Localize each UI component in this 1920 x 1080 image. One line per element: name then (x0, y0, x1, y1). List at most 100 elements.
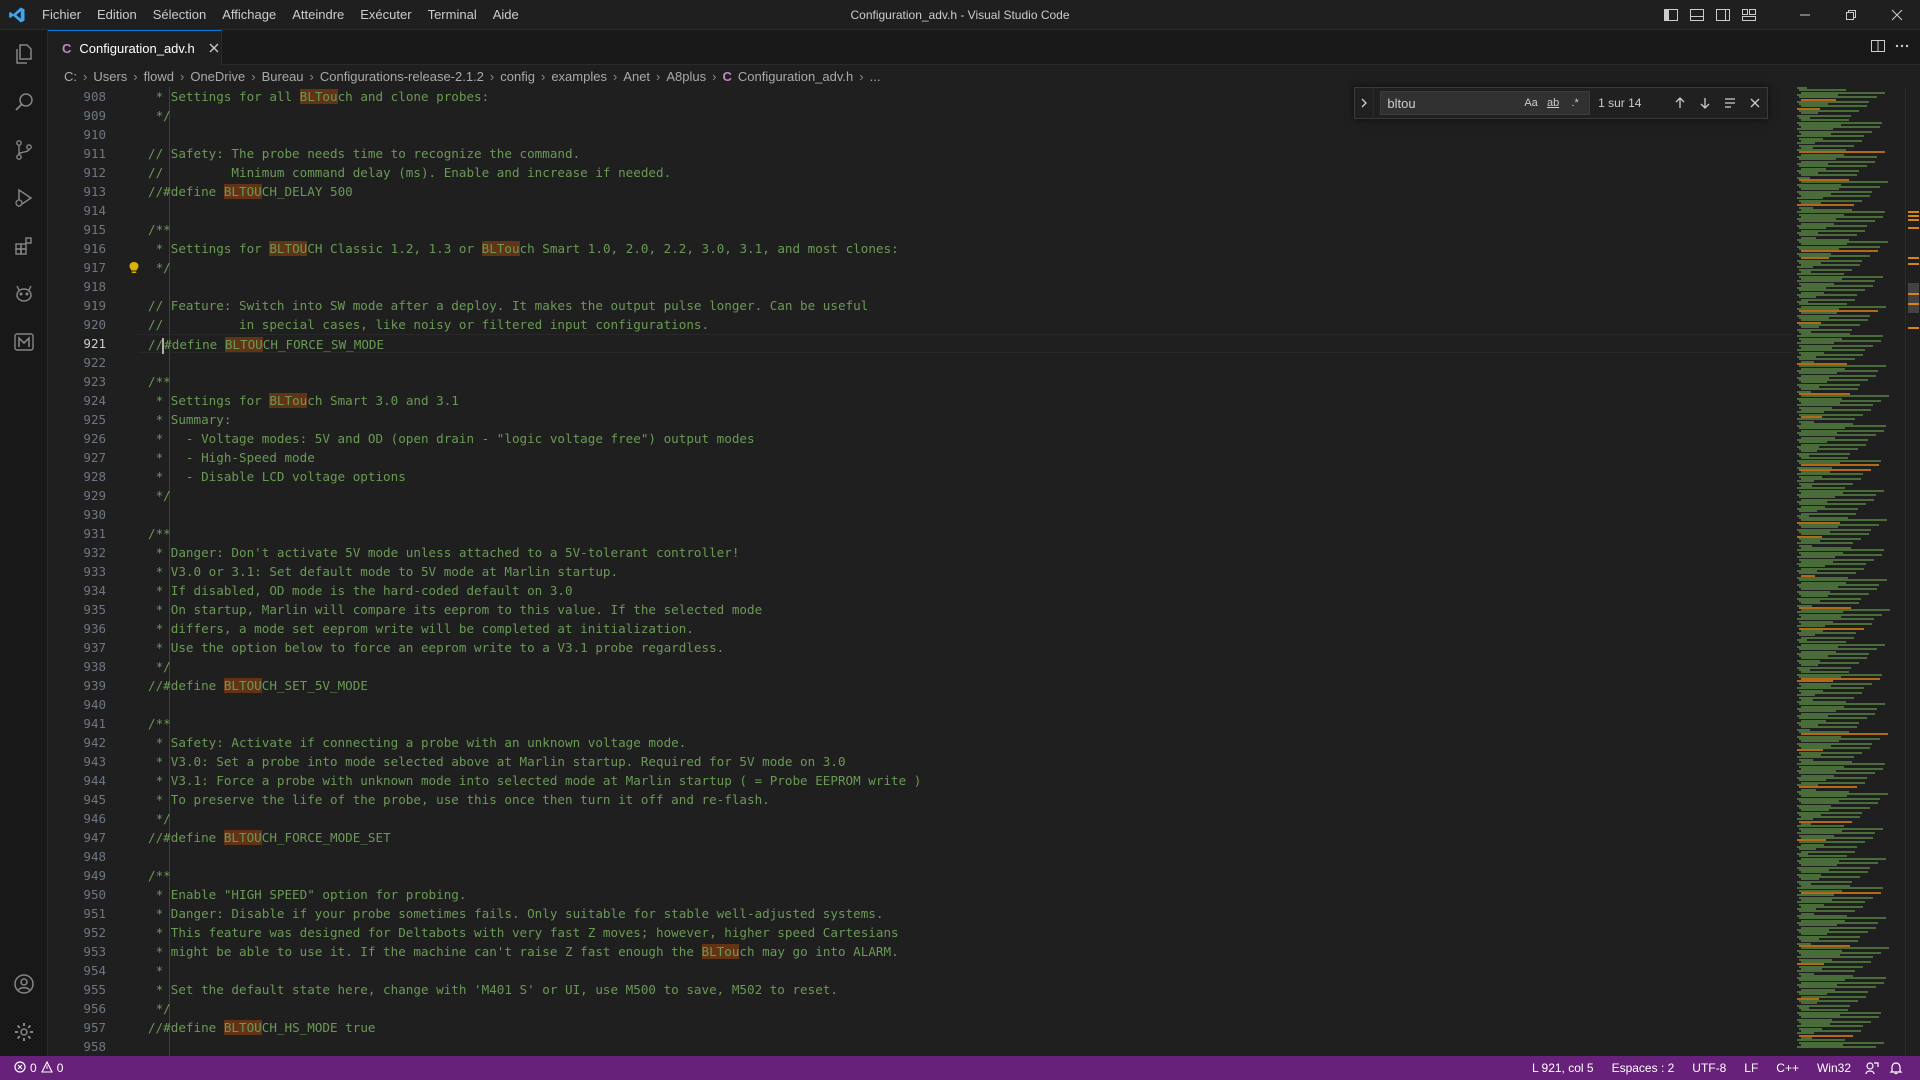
code-line[interactable]: * Set the default state here, change wit… (138, 980, 1838, 999)
code-line[interactable]: * V3.0 or 3.1: Set default mode to 5V mo… (138, 562, 1838, 581)
code-line[interactable]: * Summary: (138, 410, 1838, 429)
close-window-icon[interactable] (1874, 0, 1920, 30)
menu-item-0[interactable]: Fichier (34, 0, 89, 30)
breadcrumb-file[interactable]: Configuration_adv.h (738, 69, 853, 84)
code-line[interactable] (138, 277, 1838, 296)
code-line[interactable]: * This feature was designed for Deltabot… (138, 923, 1838, 942)
source-control-icon[interactable] (0, 126, 48, 174)
accounts-icon[interactable] (0, 960, 48, 1008)
find-input[interactable]: bltou Aa ab .* (1380, 91, 1591, 115)
code-line[interactable]: // Safety: The probe needs time to recog… (138, 144, 1838, 163)
code-line[interactable] (138, 353, 1838, 372)
breadcrumb-item[interactable]: Anet (623, 69, 650, 84)
settings-gear-icon[interactable] (0, 1008, 48, 1056)
code-line[interactable] (138, 505, 1838, 524)
code-line[interactable]: * To preserve the life of the probe, use… (138, 790, 1838, 809)
menu-item-1[interactable]: Edition (89, 0, 145, 30)
code-line[interactable]: /** (138, 524, 1838, 543)
code-line[interactable]: * - Disable LCD voltage options (138, 467, 1838, 486)
menu-item-6[interactable]: Terminal (420, 0, 485, 30)
platformio-alien-icon[interactable] (0, 270, 48, 318)
code-area[interactable]: * Settings for all BLTouch and clone pro… (138, 87, 1838, 1056)
code-line[interactable]: */ (138, 809, 1838, 828)
menu-item-7[interactable]: Aide (485, 0, 527, 30)
code-line[interactable]: * Settings for BLTouch Smart 3.0 and 3.1 (138, 391, 1838, 410)
breadcrumb-item[interactable]: Bureau (262, 69, 304, 84)
code-line[interactable]: //#define BLTOUCH_HS_MODE true (138, 1018, 1838, 1037)
run-debug-icon[interactable] (0, 174, 48, 222)
code-line[interactable]: */ (138, 486, 1838, 505)
breadcrumb-item[interactable]: C: (64, 69, 77, 84)
next-match-icon[interactable] (1693, 91, 1716, 115)
language-mode[interactable]: C++ (1767, 1061, 1808, 1075)
code-line[interactable]: * - Voltage modes: 5V and OD (open drain… (138, 429, 1838, 448)
notifications-bell-icon[interactable] (1884, 1056, 1908, 1080)
code-line[interactable]: /** (138, 714, 1838, 733)
toggle-panel-icon[interactable] (1684, 0, 1710, 30)
find-in-selection-icon[interactable] (1718, 91, 1741, 115)
menu-item-2[interactable]: Sélection (145, 0, 214, 30)
code-line[interactable]: // Feature: Switch into SW mode after a … (138, 296, 1838, 315)
code-line[interactable] (138, 695, 1838, 714)
code-line[interactable]: * Safety: Activate if connecting a probe… (138, 733, 1838, 752)
breadcrumb-item[interactable]: OneDrive (190, 69, 245, 84)
code-line[interactable]: * If disabled, OD mode is the hard-coded… (138, 581, 1838, 600)
code-line[interactable]: // Minimum command delay (ms). Enable an… (138, 163, 1838, 182)
code-line[interactable]: * (138, 961, 1838, 980)
code-line[interactable] (138, 1037, 1838, 1056)
cpp-configuration[interactable]: Win32 (1808, 1061, 1860, 1075)
menu-item-3[interactable]: Affichage (214, 0, 284, 30)
previous-match-icon[interactable] (1668, 91, 1691, 115)
code-line[interactable]: /** (138, 220, 1838, 239)
more-actions-icon[interactable] (1894, 38, 1910, 57)
code-line[interactable]: * Danger: Disable if your probe sometime… (138, 904, 1838, 923)
extensions-icon[interactable] (0, 222, 48, 270)
lightbulb-icon[interactable] (128, 261, 142, 275)
scrollbar-thumb[interactable] (1908, 283, 1919, 313)
code-line[interactable]: * Enable "HIGH SPEED" option for probing… (138, 885, 1838, 904)
code-line[interactable]: * differs, a mode set eeprom write will … (138, 619, 1838, 638)
menu-item-5[interactable]: Exécuter (352, 0, 419, 30)
close-find-icon[interactable] (1744, 91, 1767, 115)
indentation[interactable]: Espaces : 2 (1603, 1061, 1684, 1075)
code-line[interactable]: //#define BLTOUCH_SET_5V_MODE (138, 676, 1838, 695)
regex-toggle[interactable]: .* (1565, 94, 1585, 112)
marlin-m-icon[interactable] (0, 318, 48, 366)
cursor-position[interactable]: L 921, col 5 (1523, 1061, 1603, 1075)
search-icon[interactable] (0, 78, 48, 126)
code-line[interactable]: // in special cases, like noisy or filte… (138, 315, 1838, 334)
toggle-replace-chevron-icon[interactable] (1355, 87, 1375, 119)
encoding[interactable]: UTF-8 (1683, 1061, 1735, 1075)
code-line[interactable]: * V3.1: Force a probe with unknown mode … (138, 771, 1838, 790)
code-line[interactable]: */ (138, 657, 1838, 676)
code-editor[interactable]: 908 909 910 911 912 913 914 915 916 917 918 919 920 9… (48, 87, 1920, 1056)
close-tab-icon[interactable] (207, 39, 221, 57)
code-line[interactable]: //#define BLTOUCH_FORCE_MODE_SET (138, 828, 1838, 847)
code-line[interactable]: //#define BLTOUCH_DELAY 500 (138, 182, 1838, 201)
toggle-primary-sidebar-icon[interactable] (1658, 0, 1684, 30)
tab-configuration-adv[interactable]: C Configuration_adv.h (48, 30, 222, 65)
breadcrumb-item[interactable]: config (500, 69, 535, 84)
code-line[interactable]: * V3.0: Set a probe into mode selected a… (138, 752, 1838, 771)
code-line[interactable]: * Settings for BLTOUCH Classic 1.2, 1.3 … (138, 239, 1838, 258)
code-line[interactable]: /** (138, 372, 1838, 391)
breadcrumb-symbols[interactable]: ... (870, 69, 881, 84)
menu-item-4[interactable]: Atteindre (284, 0, 352, 30)
code-line[interactable] (138, 847, 1838, 866)
restore-icon[interactable] (1828, 0, 1874, 30)
breadcrumb-item[interactable]: flowd (144, 69, 174, 84)
code-line[interactable]: * Danger: Don't activate 5V mode unless … (138, 543, 1838, 562)
code-line[interactable]: * Use the option below to force an eepro… (138, 638, 1838, 657)
problems-indicator[interactable]: 0 0 (0, 1060, 63, 1076)
explorer-icon[interactable] (0, 30, 48, 78)
code-line[interactable]: * On startup, Marlin will compare its ee… (138, 600, 1838, 619)
minimize-icon[interactable] (1782, 0, 1828, 30)
breadcrumb-item[interactable]: A8plus (666, 69, 706, 84)
code-line[interactable] (138, 201, 1838, 220)
end-of-line[interactable]: LF (1735, 1061, 1767, 1075)
code-line[interactable]: /** (138, 866, 1838, 885)
vertical-scrollbar[interactable] (1905, 87, 1920, 1056)
breadcrumb-item[interactable]: Users (93, 69, 127, 84)
code-line[interactable]: * might be able to use it. If the machin… (138, 942, 1838, 961)
match-case-toggle[interactable]: Aa (1521, 94, 1541, 112)
